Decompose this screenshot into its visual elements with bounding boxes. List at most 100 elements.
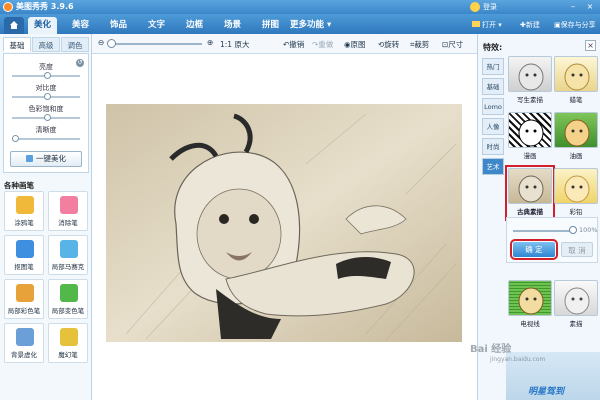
close-window-button[interactable]: × — [583, 1, 597, 13]
zoom-knob[interactable] — [107, 39, 116, 48]
user-avatar-icon[interactable] — [470, 2, 480, 12]
effect-pencil-sketch[interactable]: 素描 — [554, 280, 598, 330]
rotate-button[interactable]: ⟲旋转 — [378, 39, 399, 50]
mosaic-brush-button[interactable]: 局部马赛克 — [48, 235, 88, 275]
saturation-label: 色彩饱和度 — [28, 105, 64, 113]
local-color-brush-button[interactable]: 局部彩色笔 — [4, 279, 44, 319]
effect-thumbnail — [508, 280, 552, 316]
effect-label: 素描 — [569, 320, 583, 328]
folder-icon — [472, 21, 480, 27]
opacity-slider[interactable] — [513, 230, 571, 232]
opacity-value: 100% — [579, 226, 598, 234]
watermark: Bai 经验 — [470, 344, 512, 355]
effect-thumbnail — [508, 168, 552, 204]
sharpness-knob[interactable] — [12, 135, 19, 142]
tab-accessories[interactable]: 饰品 — [104, 17, 133, 34]
color-brush-icon — [16, 284, 34, 302]
local-recolor-brush-button[interactable]: 局部变色笔 — [48, 279, 88, 319]
effect-oil-painting[interactable]: 油画 — [554, 112, 598, 162]
effect-thumbnail — [554, 56, 598, 92]
opacity-knob[interactable] — [569, 226, 577, 234]
login-link[interactable]: 登录 — [483, 2, 497, 12]
new-button[interactable]: ✚新建 — [520, 18, 540, 32]
pencil-icon — [16, 196, 34, 214]
category-art[interactable]: 艺术 — [482, 158, 504, 175]
cancel-button[interactable]: 取 消 — [561, 242, 593, 257]
brushes-title: 各种画笔 — [4, 181, 34, 190]
effect-confirm-box: 100% 确 定 取 消 — [506, 217, 598, 263]
category-portrait[interactable]: 人像 — [482, 118, 504, 135]
tab-more-features[interactable]: 更多功能 ▾ — [284, 17, 337, 34]
category-fashion[interactable]: 时尚 — [482, 138, 504, 155]
sharpness-slider[interactable] — [12, 138, 80, 140]
brush-label: 局部马赛克 — [51, 263, 85, 271]
tab-beauty[interactable]: 美容 — [66, 17, 95, 34]
title-bar: 美图秀秀 3.9.6 登录 – × — [0, 0, 600, 14]
effect-sketch-life[interactable]: 写生素描 — [508, 56, 552, 106]
brush-label: 消除笔 — [58, 219, 78, 227]
zoom-in-icon[interactable]: ⊕ — [207, 38, 213, 47]
open-button[interactable]: 打开 ▾ — [472, 18, 502, 32]
adjust-subtabs: 基础 高级 调色 — [3, 37, 89, 53]
effect-label: 油画 — [569, 152, 583, 160]
contrast-knob[interactable] — [44, 93, 51, 100]
category-basic[interactable]: 基础 — [482, 78, 504, 95]
category-lomo[interactable]: Lomo — [482, 98, 504, 115]
original-size-button[interactable]: 1:1 原大 — [220, 39, 249, 50]
effect-color-pencil[interactable]: 彩铅 — [554, 168, 598, 218]
sharpness-label: 清晰度 — [35, 126, 57, 134]
tab-scene[interactable]: 场景 — [218, 17, 247, 34]
effect-comic[interactable]: 漫画 — [508, 112, 552, 162]
tab-frame[interactable]: 边框 — [180, 17, 209, 34]
confirm-button[interactable]: 确 定 — [510, 239, 558, 260]
close-panel-button[interactable]: × — [585, 40, 596, 51]
undo-button[interactable]: ↶撤销 — [283, 39, 304, 50]
cutout-icon — [16, 240, 34, 258]
effect-label: 写生素描 — [517, 96, 543, 104]
app-title: 美图秀秀 3.9.6 — [16, 2, 74, 11]
subtab-advanced[interactable]: 高级 — [32, 37, 60, 52]
mosaic-icon — [60, 240, 78, 258]
effect-label: 漫画 — [523, 152, 537, 160]
tab-collage[interactable]: 拼图 — [256, 17, 285, 34]
edited-photo[interactable] — [106, 104, 462, 342]
category-hot[interactable]: 热门 — [482, 58, 504, 75]
tab-text[interactable]: 文字 — [142, 17, 171, 34]
zoom-out-icon[interactable]: ⊖ — [98, 38, 104, 47]
image-canvas[interactable] — [92, 54, 477, 400]
redo-button[interactable]: ↷重做 — [312, 39, 333, 50]
effect-label: 电视线 — [520, 320, 540, 328]
resize-button[interactable]: ⊡尺寸 — [442, 39, 463, 50]
brightness-label: 亮度 — [39, 63, 53, 71]
canvas-toolbar: ⊖ ⊕ 1:1 原大 ↶撤销 ↷重做 ◉原图 ⟲旋转 ⌗裁剪 ⊡尺寸 — [92, 34, 477, 54]
promo-text[interactable]: 明星驾到 — [528, 384, 564, 397]
blur-icon — [16, 328, 34, 346]
graffiti-brush-button[interactable]: 涂鸦笔 — [4, 191, 44, 231]
one-key-beautify-button[interactable]: 一键美化 — [10, 151, 82, 167]
brightness-knob[interactable] — [44, 72, 51, 79]
home-icon — [10, 21, 18, 29]
effect-tv-lines[interactable]: 电视线 — [508, 280, 552, 330]
cutout-brush-button[interactable]: 抠图笔 — [4, 235, 44, 275]
minimize-button[interactable]: – — [566, 1, 580, 13]
crop-button[interactable]: ⌗裁剪 — [410, 39, 429, 50]
save-share-button[interactable]: ▣保存与分享 — [554, 18, 596, 32]
effect-crayon[interactable]: 蜡笔 — [554, 56, 598, 106]
magic-brush-button[interactable]: 魔幻笔 — [48, 323, 88, 363]
saturation-knob[interactable] — [44, 114, 51, 121]
zoom-slider[interactable] — [112, 43, 202, 45]
magic-pen-icon — [60, 328, 78, 346]
original-image-button[interactable]: ◉原图 — [344, 39, 366, 50]
home-tab[interactable] — [4, 17, 24, 34]
tab-beautify[interactable]: 美化 — [28, 17, 58, 34]
subtab-basic[interactable]: 基础 — [3, 37, 31, 52]
subtab-color[interactable]: 调色 — [61, 37, 89, 52]
background-blur-button[interactable]: 背景虚化 — [4, 323, 44, 363]
effect-classic-sketch[interactable]: 古典素描 — [505, 165, 555, 221]
effect-label: 蜡笔 — [569, 96, 583, 104]
eraser-brush-button[interactable]: 消除笔 — [48, 191, 88, 231]
paint-bucket-icon — [60, 284, 78, 302]
main-tab-bar: 美化 美容 饰品 文字 边框 场景 拼图 更多功能 ▾ 打开 ▾ ✚新建 ▣保存… — [0, 14, 600, 34]
brush-label: 局部彩色笔 — [7, 307, 41, 315]
magic-wand-icon — [26, 155, 33, 162]
